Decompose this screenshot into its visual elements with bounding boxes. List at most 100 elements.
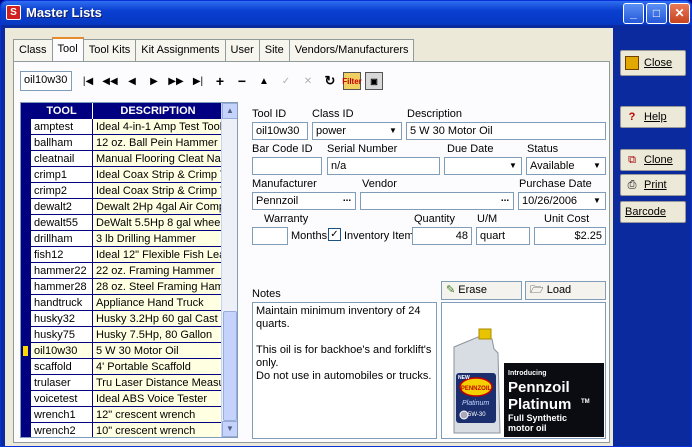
cell-description[interactable]: Ideal 4-in-1 Amp Test Tool bbox=[93, 119, 223, 134]
cell-tool[interactable]: wrench2 bbox=[31, 423, 93, 437]
cell-tool[interactable]: hammer28 bbox=[31, 279, 93, 294]
tab-tool-kits[interactable]: Tool Kits bbox=[82, 39, 137, 61]
row-indicator[interactable] bbox=[21, 231, 31, 246]
table-row[interactable]: trulaserTru Laser Distance Measurer bbox=[21, 375, 237, 391]
cell-description[interactable]: 12 oz. Ball Pein Hammer bbox=[93, 135, 223, 150]
description-field[interactable]: 5 W 30 Motor Oil bbox=[406, 122, 606, 140]
last-record-icon[interactable]: ▶| bbox=[187, 71, 209, 91]
barcode-button[interactable]: Barcode bbox=[620, 201, 686, 223]
close-button[interactable]: Close bbox=[620, 50, 686, 76]
cell-description[interactable]: Ideal ABS Voice Tester bbox=[93, 391, 223, 406]
delete-record-icon[interactable]: − bbox=[231, 71, 253, 91]
cell-description[interactable]: Manual Flooring Cleat Nailer bbox=[93, 151, 223, 166]
cell-tool[interactable]: fish12 bbox=[31, 247, 93, 262]
column-header-description[interactable]: DESCRIPTION bbox=[93, 103, 223, 119]
class-id-select[interactable]: power ▼ bbox=[312, 122, 402, 140]
cell-description[interactable]: Ideal Coax Strip & Crimp Tool bbox=[93, 167, 223, 182]
cell-tool[interactable]: trulaser bbox=[31, 375, 93, 390]
cell-tool[interactable]: crimp2 bbox=[31, 183, 93, 198]
table-row[interactable]: hammer22 22 oz. Framing Hammer bbox=[21, 263, 237, 279]
table-row[interactable]: husky75 Husky 7.5Hp, 80 Gallon bbox=[21, 327, 237, 343]
cell-tool[interactable]: oil10w30 bbox=[31, 343, 93, 358]
cell-tool[interactable]: wrench1 bbox=[31, 407, 93, 422]
quantity-field[interactable]: 48 bbox=[412, 227, 472, 245]
cell-tool[interactable]: crimp1 bbox=[31, 167, 93, 182]
prior-page-icon[interactable]: ◀◀ bbox=[99, 71, 121, 91]
chevron-down-icon[interactable]: ▼ bbox=[505, 158, 521, 174]
prior-record-icon[interactable]: ◀ bbox=[121, 71, 143, 91]
serial-number-field[interactable]: n/a bbox=[327, 157, 440, 175]
cell-tool[interactable]: voicetest bbox=[31, 391, 93, 406]
lookup-ellipsis-icon[interactable]: ... bbox=[339, 193, 355, 209]
table-row[interactable]: voicetest Ideal ABS Voice Tester bbox=[21, 391, 237, 407]
table-row[interactable]: oil10w30 5 W 30 Motor Oil bbox=[21, 343, 237, 359]
next-page-icon[interactable]: ▶▶ bbox=[165, 71, 187, 91]
cell-tool[interactable]: cleatnail bbox=[31, 151, 93, 166]
cell-description[interactable]: Husky 7.5Hp, 80 Gallon bbox=[93, 327, 223, 342]
maximize-button[interactable]: □ bbox=[646, 3, 667, 24]
chevron-down-icon[interactable]: ▼ bbox=[589, 193, 605, 209]
row-indicator[interactable] bbox=[21, 215, 31, 230]
cell-tool[interactable]: husky75 bbox=[31, 327, 93, 342]
table-row[interactable]: cleatnail Manual Flooring Cleat Nailer bbox=[21, 151, 237, 167]
cell-tool[interactable]: husky32 bbox=[31, 311, 93, 326]
table-row[interactable]: crimp1Ideal Coax Strip & Crimp Tool bbox=[21, 167, 237, 183]
cell-description[interactable]: 28 oz. Steel Framing Hammer bbox=[93, 279, 223, 294]
row-indicator[interactable] bbox=[21, 247, 31, 262]
save-disk-icon[interactable]: ▣ bbox=[365, 72, 383, 90]
table-row[interactable]: wrench1 12" crescent wrench bbox=[21, 407, 237, 423]
tab-kit-assignments[interactable]: Kit Assignments bbox=[135, 39, 226, 61]
cell-description[interactable]: 3 lb Drilling Hammer bbox=[93, 231, 223, 246]
table-row[interactable]: drillham 3 lb Drilling Hammer bbox=[21, 231, 237, 247]
minimize-button[interactable]: _ bbox=[623, 3, 644, 24]
cell-description[interactable]: Husky 3.2Hp 60 gal Cast Iron bbox=[93, 311, 223, 326]
lookup-ellipsis-icon[interactable]: ... bbox=[497, 193, 513, 209]
row-indicator[interactable] bbox=[21, 135, 31, 150]
row-indicator[interactable] bbox=[21, 311, 31, 326]
row-indicator[interactable] bbox=[21, 359, 31, 374]
row-indicator[interactable] bbox=[21, 263, 31, 278]
row-indicator[interactable] bbox=[21, 343, 31, 358]
vendor-field[interactable]: ... bbox=[360, 192, 514, 210]
inventory-item-checkbox[interactable]: ✓ bbox=[328, 228, 341, 241]
row-indicator[interactable] bbox=[21, 199, 31, 214]
insert-record-icon[interactable]: + bbox=[209, 71, 231, 91]
cell-tool[interactable]: scaffold bbox=[31, 359, 93, 374]
tab-tool[interactable]: Tool bbox=[51, 37, 84, 61]
status-select[interactable]: Available ▼ bbox=[526, 157, 606, 175]
cell-tool[interactable]: dewalt2 bbox=[31, 199, 93, 214]
cell-tool[interactable]: ballham bbox=[31, 135, 93, 150]
table-row[interactable]: crimp2Ideal Coax Strip & Crimp Tool bbox=[21, 183, 237, 199]
scroll-up-icon[interactable]: ▲ bbox=[222, 103, 237, 119]
chevron-down-icon[interactable]: ▼ bbox=[385, 123, 401, 139]
table-row[interactable]: scaffold 4' Portable Scaffold bbox=[21, 359, 237, 375]
unit-cost-field[interactable]: $2.25 bbox=[534, 227, 606, 245]
row-indicator[interactable] bbox=[21, 423, 31, 437]
column-header-tool[interactable]: TOOL bbox=[31, 103, 93, 119]
cell-description[interactable]: Ideal Coax Strip & Crimp Tool bbox=[93, 183, 223, 198]
tab-site[interactable]: Site bbox=[258, 39, 290, 61]
cell-description[interactable]: 5 W 30 Motor Oil bbox=[93, 343, 223, 358]
cell-tool[interactable]: amptest bbox=[31, 119, 93, 134]
cell-tool[interactable]: handtruck bbox=[31, 295, 93, 310]
row-indicator[interactable] bbox=[21, 407, 31, 422]
manufacturer-field[interactable]: Pennzoil... bbox=[252, 192, 356, 210]
chevron-down-icon[interactable]: ▼ bbox=[589, 158, 605, 174]
scroll-down-icon[interactable]: ▼ bbox=[222, 421, 237, 437]
cell-description[interactable]: DeWalt 5.5Hp 8 gal wheeled bbox=[93, 215, 223, 230]
row-indicator[interactable] bbox=[21, 119, 31, 134]
load-picture-button[interactable]: 🗁 Load picture bbox=[525, 281, 606, 313]
row-indicator[interactable] bbox=[21, 375, 31, 390]
edit-record-icon[interactable]: ▲ bbox=[253, 71, 275, 91]
close-window-button[interactable]: ✕ bbox=[669, 3, 690, 24]
cell-description[interactable]: Ideal 12" Flexible Fish Leader bbox=[93, 247, 223, 262]
refresh-icon[interactable]: ↻ bbox=[319, 71, 341, 91]
cell-description[interactable]: 4' Portable Scaffold bbox=[93, 359, 223, 374]
row-indicator[interactable] bbox=[21, 279, 31, 294]
print-button[interactable]: ⎙ Print bbox=[620, 174, 686, 196]
table-row[interactable]: fish12Ideal 12" Flexible Fish Leader bbox=[21, 247, 237, 263]
row-indicator[interactable] bbox=[21, 183, 31, 198]
table-row[interactable]: dewalt55 DeWalt 5.5Hp 8 gal wheeled bbox=[21, 215, 237, 231]
table-row[interactable]: ballham 12 oz. Ball Pein Hammer bbox=[21, 135, 237, 151]
next-record-icon[interactable]: ▶ bbox=[143, 71, 165, 91]
